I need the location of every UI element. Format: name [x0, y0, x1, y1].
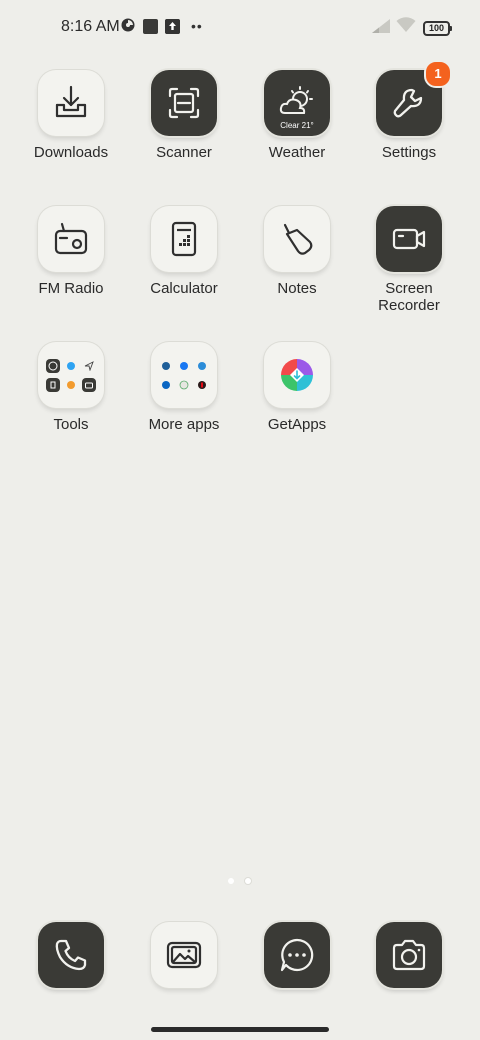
- app-label-line: Screen: [385, 280, 433, 297]
- home-indicator-bar[interactable]: [151, 1027, 329, 1032]
- app-weather[interactable]: Clear 21° Weather: [242, 70, 352, 161]
- more-dots-icon: ••: [191, 18, 203, 34]
- app-label: Tools: [53, 416, 89, 433]
- dock-phone[interactable]: [16, 922, 126, 988]
- dock-messages[interactable]: [242, 922, 352, 988]
- app-label: Scanner: [156, 144, 212, 161]
- radio-icon: [38, 206, 104, 272]
- app-notes[interactable]: Notes: [242, 206, 352, 297]
- app-fm-radio[interactable]: FM Radio: [16, 206, 126, 297]
- dock-camera[interactable]: [354, 922, 464, 988]
- app-label: Settings: [381, 144, 437, 161]
- notes-icon: [264, 206, 330, 272]
- facebook-mini-icon: [177, 359, 191, 373]
- blue-app-mini-icon: [64, 359, 78, 373]
- app-folder-tools[interactable]: Tools: [16, 342, 126, 433]
- app-label: Notes: [277, 280, 317, 297]
- status-time: 8:16 AM: [61, 18, 120, 35]
- video-camera-icon: [376, 206, 442, 272]
- page-dot[interactable]: [228, 878, 234, 884]
- app-label: GetApps: [267, 416, 327, 433]
- folder-icon: [38, 342, 104, 408]
- page-dot-active[interactable]: [245, 878, 251, 884]
- messenger-mini-icon: [46, 358, 60, 373]
- upload-icon: [165, 19, 180, 34]
- data-saver-icon: [121, 18, 135, 32]
- app-label: Calculator: [150, 280, 218, 297]
- weather-temperature: Clear 21°: [280, 121, 314, 130]
- app-screen-recorder[interactable]: Screen Recorder: [354, 206, 464, 314]
- notification-badge: 1: [424, 60, 452, 88]
- navigation-mini-icon: [82, 359, 96, 373]
- app-label-line: Recorder: [378, 297, 440, 314]
- cloud-mini-icon: [195, 359, 209, 373]
- square-notification-icon: [143, 19, 158, 34]
- app-label: FM Radio: [38, 280, 104, 297]
- app-label: Screen Recorder: [354, 280, 464, 314]
- browser-mini-icon: [159, 359, 173, 373]
- netflix-mini-icon: [195, 378, 209, 392]
- recorder-mini-icon: [46, 377, 60, 392]
- battery-level: 100: [428, 23, 445, 33]
- getapps-icon: [264, 342, 330, 408]
- camera-icon: [376, 922, 442, 988]
- calculator-icon: [151, 206, 217, 272]
- app-downloads[interactable]: Downloads: [16, 70, 126, 161]
- app-store-mini-icon: [177, 378, 191, 392]
- app-label: More apps: [148, 416, 220, 433]
- radio-mini-icon: [82, 377, 96, 392]
- app-getapps[interactable]: GetApps: [242, 342, 352, 433]
- app-label: Downloads: [33, 144, 109, 161]
- linkedin-mini-icon: [159, 378, 173, 392]
- orange-app-mini-icon: [64, 378, 78, 392]
- wrench-icon: 1: [376, 60, 452, 136]
- gallery-icon: [151, 922, 217, 988]
- app-scanner[interactable]: Scanner: [129, 70, 239, 161]
- app-folder-more-apps[interactable]: More apps: [129, 342, 239, 433]
- app-settings[interactable]: 1 Settings: [354, 60, 464, 161]
- battery-icon: 100: [423, 21, 452, 36]
- download-icon: [38, 70, 104, 136]
- app-label: Weather: [268, 144, 326, 161]
- status-bar: 8:16 AM •• 100: [0, 0, 480, 56]
- scanner-icon: [151, 70, 217, 136]
- folder-icon: [151, 342, 217, 408]
- phone-icon: [38, 922, 104, 988]
- app-calculator[interactable]: Calculator: [129, 206, 239, 297]
- signal-icon: [372, 19, 390, 33]
- weather-icon: Clear 21°: [264, 70, 330, 136]
- wifi-icon: [396, 17, 416, 32]
- dock-gallery[interactable]: [129, 922, 239, 988]
- messages-icon: [264, 922, 330, 988]
